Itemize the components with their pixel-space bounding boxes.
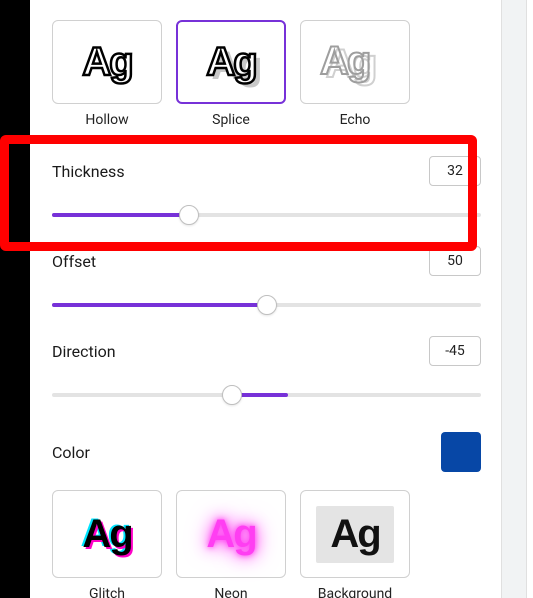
direction-slider-thumb[interactable] bbox=[222, 385, 242, 405]
style-preview-splice: Ag bbox=[206, 40, 255, 85]
effect-card-glitch[interactable]: AgAgAg bbox=[52, 490, 162, 578]
effect-label-background: Background bbox=[300, 586, 410, 598]
style-label-splice: Splice bbox=[176, 112, 286, 128]
style-preview-hollow: Ag bbox=[82, 40, 131, 85]
thickness-label: Thickness bbox=[52, 162, 125, 181]
right-gutter bbox=[501, 0, 527, 598]
effect-preview-background: Ag bbox=[316, 506, 393, 563]
app-sidebar-strip bbox=[0, 0, 30, 598]
offset-label: Offset bbox=[52, 252, 96, 271]
thickness-slider-thumb[interactable] bbox=[179, 205, 199, 225]
style-card-echo[interactable] bbox=[300, 20, 410, 104]
color-swatch[interactable] bbox=[441, 432, 481, 472]
effect-card-neon[interactable]: Ag bbox=[176, 490, 286, 578]
direction-value-input[interactable]: -45 bbox=[429, 336, 481, 366]
text-effects-panel: Ag Ag Hollow Splice Echo Thickness 32 bbox=[30, 0, 501, 598]
direction-label: Direction bbox=[52, 342, 116, 361]
color-label: Color bbox=[52, 443, 90, 462]
style-preview-echo bbox=[320, 39, 390, 85]
offset-slider[interactable] bbox=[52, 290, 481, 320]
style-card-splice[interactable]: Ag bbox=[176, 20, 286, 104]
effect-card-background[interactable]: Ag bbox=[300, 490, 410, 578]
style-label-echo: Echo bbox=[300, 112, 410, 128]
thickness-value-input[interactable]: 32 bbox=[429, 156, 481, 186]
thickness-slider[interactable] bbox=[52, 200, 481, 230]
offset-slider-thumb[interactable] bbox=[257, 295, 277, 315]
effect-preview-glitch: AgAgAg bbox=[82, 512, 131, 557]
style-label-hollow: Hollow bbox=[52, 112, 162, 128]
effect-preview-neon: Ag bbox=[206, 512, 255, 557]
style-card-hollow[interactable]: Ag bbox=[52, 20, 162, 104]
offset-value-input[interactable]: 50 bbox=[429, 246, 481, 276]
direction-slider[interactable] bbox=[52, 380, 481, 410]
effect-label-glitch: Glitch bbox=[52, 586, 162, 598]
window-edge bbox=[527, 0, 533, 598]
effect-label-neon: Neon bbox=[176, 586, 286, 598]
